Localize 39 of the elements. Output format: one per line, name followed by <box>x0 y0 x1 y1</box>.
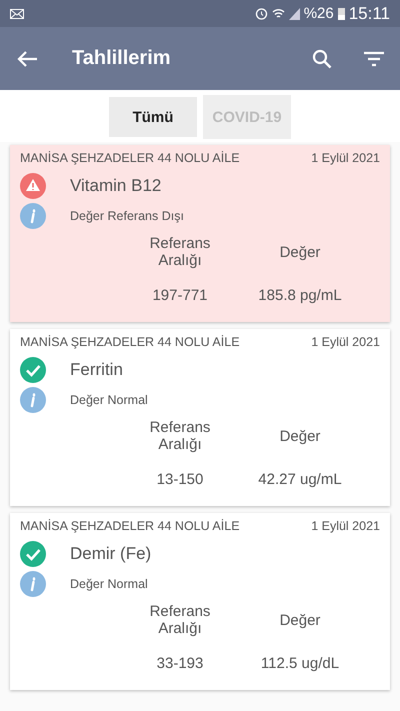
column-header: Değer <box>280 428 320 444</box>
institution-name: MANİSA ŞEHZADELER 44 NOLU AİLE <box>20 335 240 349</box>
back-button[interactable] <box>16 50 38 68</box>
status-note: Değer Referans Dışı <box>70 209 184 223</box>
column-header: Değer <box>280 244 320 260</box>
search-button[interactable] <box>312 48 332 68</box>
column-header: Referans Aralığı <box>148 603 212 637</box>
clock-time: 15:11 <box>348 4 390 24</box>
column-header: Referans Aralığı <box>148 419 212 453</box>
institution-name: MANİSA ŞEHZADELER 44 NOLU AİLE <box>20 519 240 533</box>
result-value: 112.5 ug/dL <box>260 655 340 672</box>
filter-button[interactable] <box>364 50 384 66</box>
test-date: 1 Eylül 2021 <box>311 519 380 533</box>
filter-tab[interactable]: Tümü <box>109 97 197 137</box>
info-icon <box>20 203 46 229</box>
reference-range: 197-771 <box>152 287 208 304</box>
institution-name: MANİSA ŞEHZADELER 44 NOLU AİLE <box>20 151 240 165</box>
screen-title: Tahlillerim <box>72 47 172 70</box>
test-name: Vitamin B12 <box>70 176 162 196</box>
test-date: 1 Eylül 2021 <box>311 335 380 349</box>
signal-icon <box>288 8 300 20</box>
test-date: 1 Eylül 2021 <box>311 151 380 165</box>
column-header: Değer <box>280 612 320 628</box>
reference-range: 13-150 <box>156 471 204 488</box>
result-value: 42.27 ug/mL <box>258 471 342 488</box>
reference-range: 33-193 <box>156 655 204 672</box>
column-header: Referans Aralığı <box>148 235 212 269</box>
result-value: 185.8 pg/mL <box>258 287 342 304</box>
wifi-icon <box>272 7 285 20</box>
status-note: Değer Normal <box>70 393 148 407</box>
info-icon <box>20 571 46 597</box>
test-name: Ferritin <box>70 360 123 380</box>
battery-icon <box>338 7 345 20</box>
info-icon <box>20 387 46 413</box>
alarm-icon <box>254 7 268 20</box>
battery-level: %26 <box>304 5 334 22</box>
mail-icon <box>10 8 24 18</box>
status-note: Değer Normal <box>70 577 148 591</box>
test-name: Demir (Fe) <box>70 544 152 564</box>
